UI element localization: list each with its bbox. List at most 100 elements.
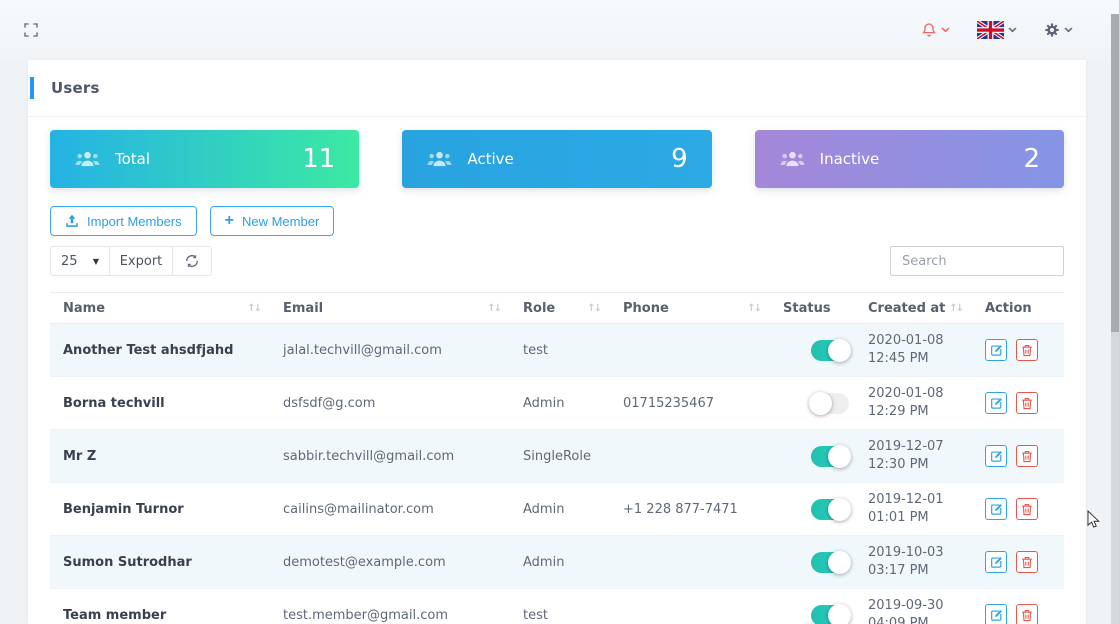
toggle-knob [809,391,832,415]
user-email-cell: demotest@example.com [270,535,510,589]
status-toggle[interactable] [811,338,851,362]
users-table: Name ↑↓ Email ↑↓ Role ↑↓ Phone ↑↓ Status Cre… [50,292,1064,624]
plus-icon: + [224,212,234,229]
delete-user-button[interactable] [1016,339,1038,361]
sort-icon: ↑↓ [949,302,964,314]
stat-card-inactive: Inactive 2 [754,130,1064,188]
trash-icon [1022,344,1032,356]
column-header-action: Action [972,292,1064,324]
user-role-cell: test [510,588,610,624]
user-phone-cell [610,323,770,377]
column-header-created[interactable]: Created at ↑↓ [855,292,972,324]
table-toolbar: 25 ▼ Export [50,246,212,276]
user-name-cell: Team member [50,588,270,624]
toggle-knob [828,338,851,362]
stat-label: Inactive [819,150,880,168]
delete-user-button[interactable] [1016,551,1038,573]
user-action-cell [972,323,1064,377]
bell-icon [922,23,936,37]
user-created-cell: 2019-12-07 12:30 PM [855,429,972,483]
user-action-cell [972,535,1064,589]
stat-card-total: Total 11 [50,130,360,188]
users-group-icon [74,151,101,168]
stat-label: Total [115,150,151,168]
stat-card-active: Active 9 [402,130,712,188]
trash-icon [1022,609,1032,621]
trash-icon [1022,503,1032,515]
refresh-icon [185,255,199,267]
delete-user-button[interactable] [1016,498,1038,520]
toggle-knob [828,444,851,468]
users-group-icon [426,151,453,168]
edit-user-button[interactable] [985,604,1007,624]
edit-icon [990,344,1002,356]
sort-icon: ↑↓ [247,302,262,314]
user-email-cell: dsfsdf@g.com [270,376,510,430]
status-toggle[interactable] [809,391,849,415]
refresh-button[interactable] [172,246,212,276]
collapsed-sidebar-edge [0,0,18,624]
notifications-menu[interactable] [921,22,950,38]
edit-user-button[interactable] [985,498,1007,520]
import-members-button[interactable]: Import Members [50,206,197,236]
user-created-cell: 2019-09-30 04:09 PM [855,588,972,624]
search-input[interactable] [890,246,1064,276]
user-phone-cell: +1 228 877-7471 [610,482,770,536]
column-header-role[interactable]: Role ↑↓ [510,292,610,324]
page-size-select[interactable]: 25 ▼ [50,246,110,276]
edit-user-button[interactable] [985,445,1007,467]
topbar [0,0,1119,60]
delete-user-button[interactable] [1016,392,1038,414]
status-toggle[interactable] [811,444,851,468]
scrollbar-thumb[interactable] [1111,14,1119,332]
gear-icon [1045,23,1059,37]
delete-user-button[interactable] [1016,604,1038,624]
edit-user-button[interactable] [985,339,1007,361]
edit-icon [990,609,1002,621]
column-header-name[interactable]: Name ↑↓ [50,292,270,324]
status-toggle[interactable] [811,603,851,624]
user-name-cell: Borna techvill [50,376,270,430]
title-accent-bar [30,77,34,99]
edit-user-button[interactable] [985,551,1007,573]
user-status-cell [770,323,855,377]
table-row: Another Test ahsdfjahd jalal.techvill@gm… [50,323,1064,377]
trash-icon [1022,397,1032,409]
user-created-cell: 2019-12-01 01:01 PM [855,482,972,536]
toggle-knob [828,497,851,521]
new-member-button[interactable]: + New Member [209,206,335,236]
user-action-cell [972,588,1064,624]
status-toggle[interactable] [811,497,851,521]
expand-icon [24,23,38,37]
chevron-down-icon [1008,27,1017,33]
fullscreen-toggle-button[interactable] [24,23,38,37]
settings-menu[interactable] [1044,22,1073,38]
user-phone-cell [610,588,770,624]
column-header-phone[interactable]: Phone ↑↓ [610,292,770,324]
edit-user-button[interactable] [985,392,1007,414]
status-toggle[interactable] [811,550,851,574]
delete-user-button[interactable] [1016,445,1038,467]
users-group-icon [779,151,806,168]
export-button[interactable]: Export [109,246,173,276]
toggle-knob [828,550,851,574]
user-created-cell: 2020-01-08 12:45 PM [855,323,972,377]
page-header: Users [28,60,1086,117]
table-row: Sumon Sutrodhar demotest@example.com Adm… [50,535,1064,589]
table-row: Benjamin Turnor cailins@mailinator.com A… [50,482,1064,536]
user-role-cell: SingleRole [510,429,610,483]
user-status-cell [770,376,855,430]
column-header-email[interactable]: Email ↑↓ [270,292,510,324]
table-row: Borna techvill dsfsdf@g.com Admin 017152… [50,376,1064,430]
user-email-cell: test.member@gmail.com [270,588,510,624]
chevron-down-icon [1064,27,1073,33]
user-phone-cell: 01715235467 [610,376,770,430]
mouse-cursor [1087,509,1101,534]
language-menu[interactable] [977,21,1017,39]
user-email-cell: jalal.techvill@gmail.com [270,323,510,377]
edit-icon [990,450,1002,462]
user-created-cell: 2020-01-08 12:29 PM [855,376,972,430]
users-panel: Users Total 11 Active 9 Inactive 2 Impor… [28,60,1086,624]
stats-row: Total 11 Active 9 Inactive 2 [50,130,1064,188]
user-action-cell [972,482,1064,536]
